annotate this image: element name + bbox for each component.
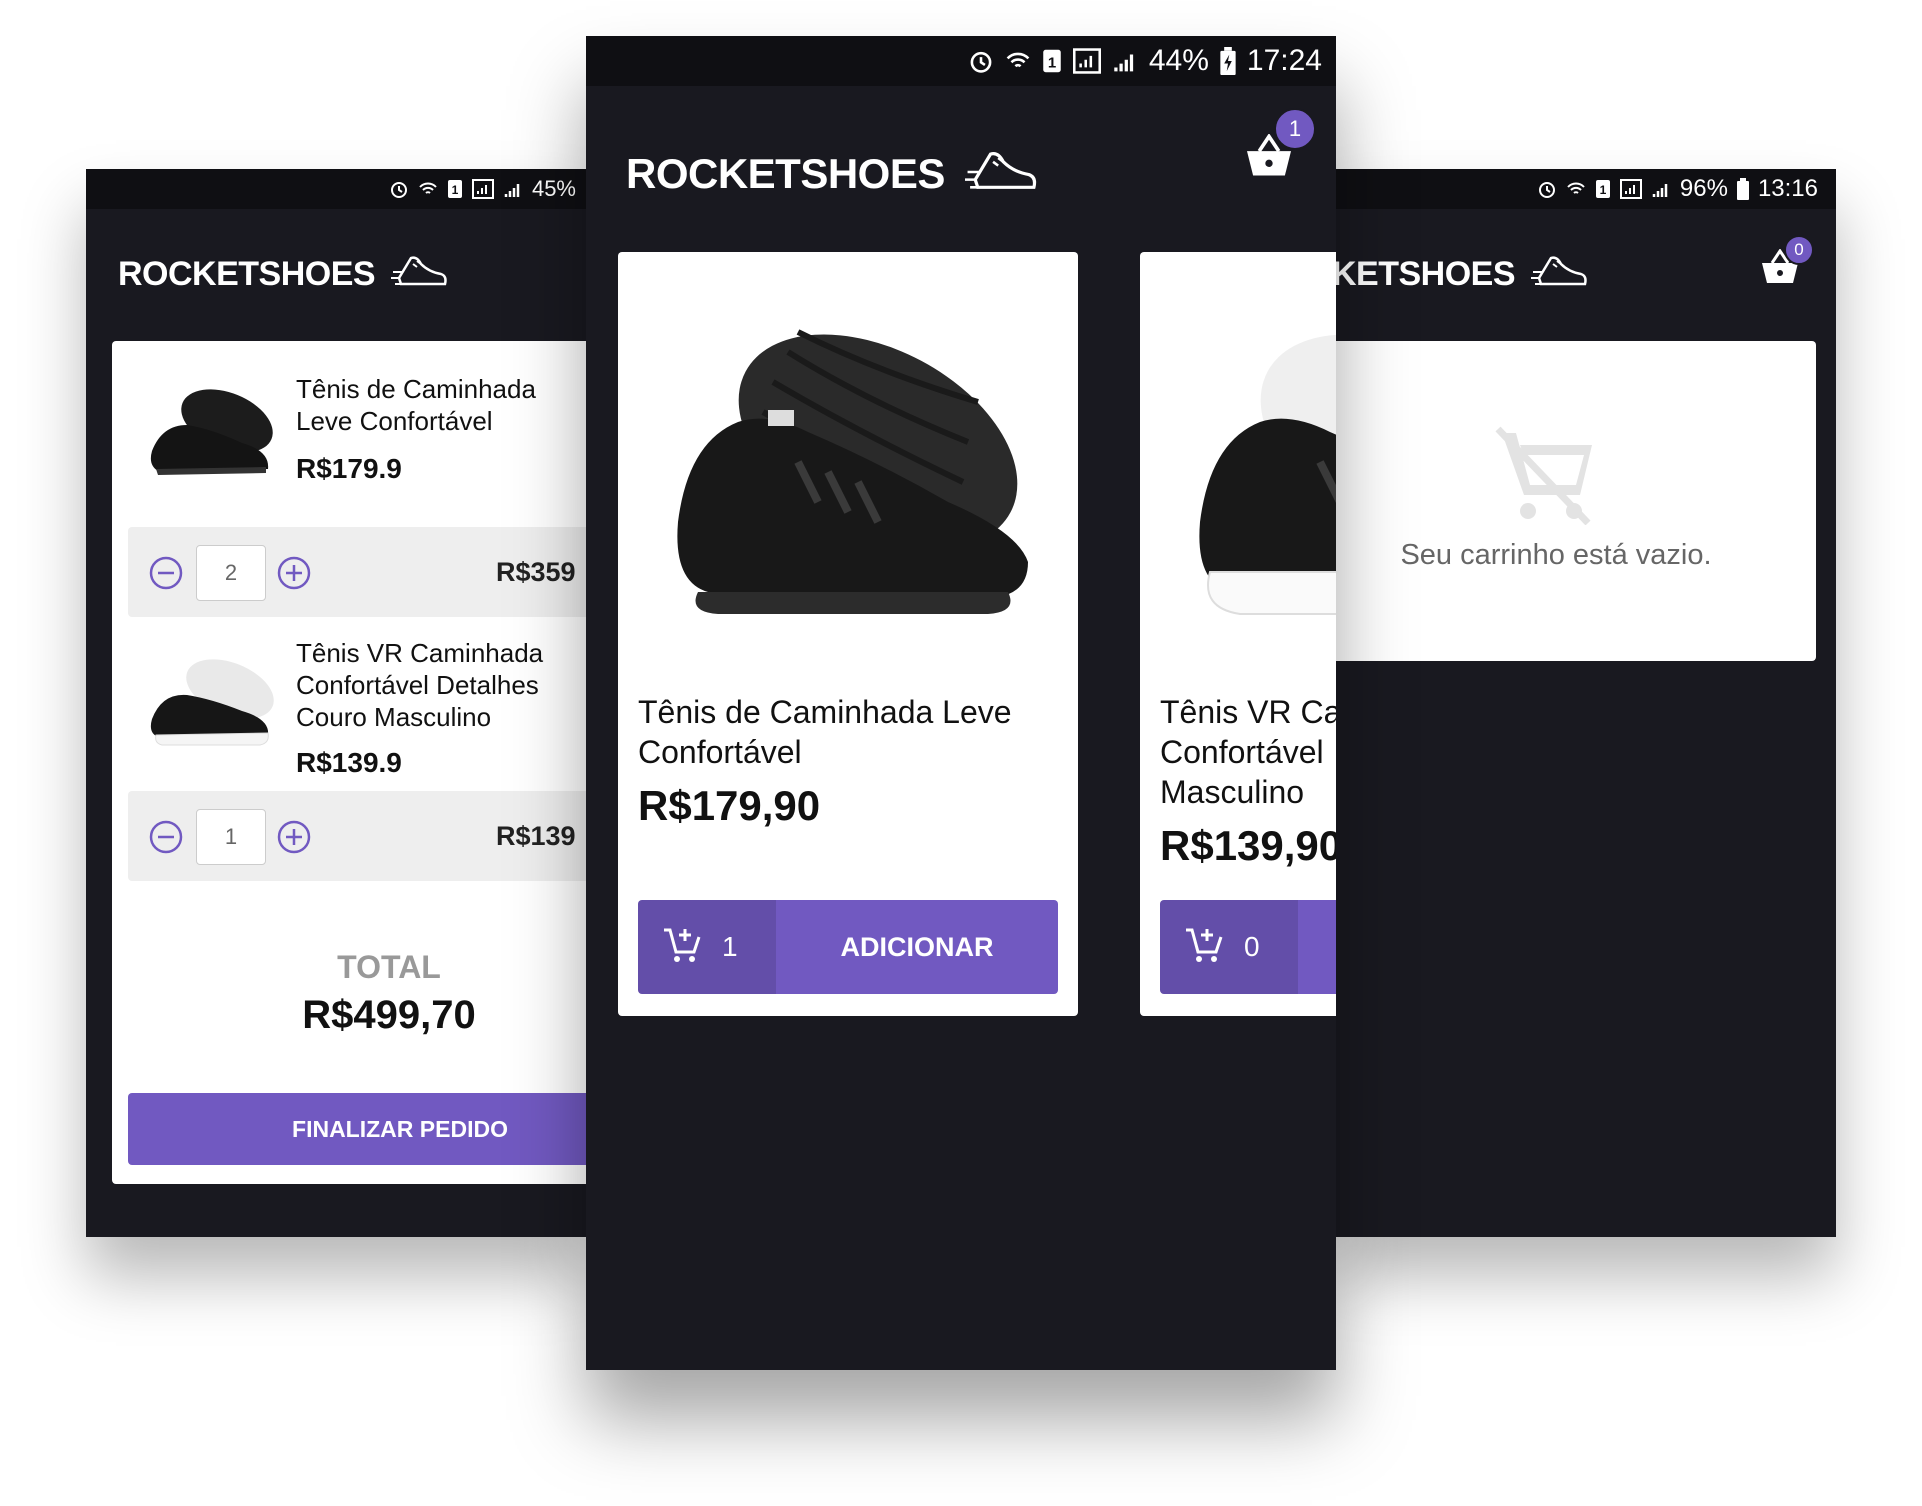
brand-logo-text[interactable]: ROCKETSHOES [118,255,376,294]
cart-count-badge: 1 [1274,108,1316,150]
battery-percent: 45% [531,176,576,201]
item-subtotal: R$359 [496,557,576,587]
quantity-row: 2 R$359 [128,527,586,617]
alarm-icon [968,48,994,74]
battery-percent: 96% [1679,175,1728,202]
product-title: Tênis VR Ca Confortável Masculino [1160,694,1336,810]
checkout-button[interactable]: FINALIZAR PEDIDO [128,1093,586,1165]
decrement-button[interactable] [148,555,184,596]
cart-amount: 0 [1160,900,1298,994]
svg-text:1: 1 [1048,54,1056,71]
product-price: R$179.9 [296,453,402,484]
clock: 13:16 [1757,175,1818,202]
product-title: Tênis VR Caminhada Confortável Detalhes … [296,638,544,732]
screens-showcase: 1 45% ROCKETSHOES Tênis de Caminhada Lev… [0,0,1922,1506]
sim-icon: 1 [1595,179,1611,199]
brand-logo-text[interactable]: ROCKETSHOES [626,150,945,198]
wifi-icon [418,179,438,199]
total-value: R$499,70 [302,993,476,1037]
add-shopping-cart-icon [1184,926,1224,969]
cart-item: Tênis de Caminhada Leve Confortável R$17… [112,361,586,501]
product-image [142,373,282,483]
signal-box-icon [471,179,494,199]
battery-percent: 44% [1148,44,1209,77]
signal-box-icon [1072,48,1101,74]
product-image [648,292,1048,622]
sim-icon: 1 [447,179,463,199]
add-button-label: ADICIONAR [840,931,994,962]
battery-icon [1736,178,1749,200]
cart-amount-value: 1 [722,931,738,962]
signal-icon [503,179,523,199]
cart-screen: 1 45% ROCKETSHOES Tênis de Caminhada Lev… [86,169,586,1237]
product-title: Tênis de Caminhada Leve Confortável [296,374,536,436]
alarm-icon [389,179,409,199]
empty-cart-message: Seu carrinho está vazio. [1400,539,1712,571]
remove-shopping-cart-icon [1484,425,1596,530]
cart-amount: 1 [638,900,776,994]
battery-charging-icon [1220,47,1236,75]
app-header: ROCKETSHOES [586,124,1336,224]
add-shopping-cart-icon [662,926,702,969]
signal-box-icon [1619,179,1642,199]
clock: 17:24 [1246,44,1322,77]
status-bar: 1 96% 13:16 [1336,169,1836,209]
increment-button[interactable] [276,555,312,596]
cart-button[interactable]: 1 [1244,108,1324,188]
product-price: R$179,90 [638,782,821,829]
item-subtotal: R$139 [496,821,576,851]
wifi-icon [1005,48,1031,74]
total-label: TOTAL [337,949,441,985]
sneaker-logo-icon [1531,252,1589,297]
alarm-icon [1537,179,1557,199]
app-header: ROCKETSHOES [86,229,586,319]
quantity-input[interactable]: 1 [196,809,266,865]
add-to-cart-button[interactable]: 1 ADICIONAR [638,900,1058,994]
product-image [142,643,282,753]
cart-item: Tênis VR Caminhada Confortável Detalhes … [112,623,586,783]
sim-icon: 1 [1042,48,1062,74]
svg-text:1: 1 [452,183,459,197]
increment-button[interactable] [276,819,312,860]
empty-cart-card: Seu carrinho está vazio. [1336,341,1816,661]
empty-cart-screen: 1 96% 13:16 KETSHOES 0 Seu carrinho está… [1336,169,1836,1237]
status-bar: 1 44% 17:24 [586,36,1336,86]
sneaker-logo-icon [964,146,1039,203]
home-screen: 1 44% 17:24 ROCKETSHOES 1 Tênis de Camin… [586,36,1336,1370]
add-to-cart-button[interactable]: 0 [1160,900,1336,994]
signal-icon [1651,179,1671,199]
svg-text:1: 1 [1600,183,1607,197]
product-image [1170,292,1336,622]
wifi-icon [1566,179,1586,199]
product-price: R$139.9 [296,747,402,778]
cart-card: Tênis de Caminhada Leve Confortável R$17… [112,341,586,1184]
brand-logo-text[interactable]: KETSHOES [1336,255,1516,294]
cart-amount-value: 0 [1244,931,1260,962]
decrement-button[interactable] [148,819,184,860]
quantity-row: 1 R$139 [128,791,586,881]
product-card: Tênis de Caminhada Leve Confortável R$17… [618,252,1078,1016]
cart-count-badge: 0 [1784,235,1814,265]
status-bar: 1 45% [86,169,586,209]
sneaker-logo-icon [391,252,449,297]
product-card: Tênis VR Ca Confortável Masculino R$139,… [1140,252,1336,1016]
product-title: Tênis de Caminhada Leve Confortável [638,694,1012,770]
product-price: R$139,90 [1160,822,1336,869]
quantity-input[interactable]: 2 [196,545,266,601]
cart-button[interactable]: 0 [1760,235,1820,295]
checkout-label: FINALIZAR PEDIDO [292,1115,508,1142]
signal-icon [1112,48,1138,74]
